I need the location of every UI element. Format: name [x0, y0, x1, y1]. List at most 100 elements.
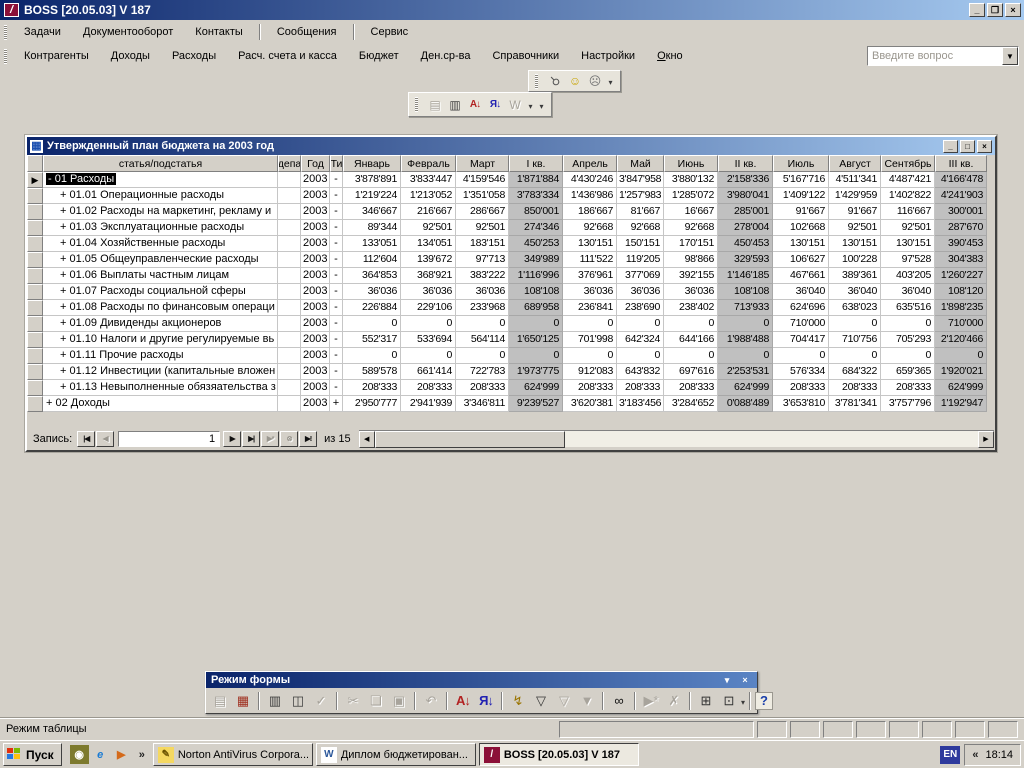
form-mode-toolbar-titlebar[interactable]: Режим формы ▾ ×	[206, 672, 757, 688]
row-selector[interactable]: ▶	[27, 172, 43, 188]
year-cell[interactable]: 2003	[301, 380, 330, 396]
quick-launch-media-player-icon[interactable]: ▶	[112, 745, 131, 764]
value-cell[interactable]: 643'832	[617, 364, 664, 380]
value-cell[interactable]: 112'604	[343, 252, 401, 268]
value-cell[interactable]: 684'322	[829, 364, 881, 380]
value-cell[interactable]: 0'088'489	[718, 396, 773, 412]
department-cell[interactable]	[278, 268, 301, 284]
minimize-button[interactable]: _	[969, 3, 985, 17]
value-cell[interactable]: 329'593	[718, 252, 773, 268]
value-cell[interactable]: 0	[401, 348, 456, 364]
value-cell[interactable]: 92'501	[456, 220, 509, 236]
database-window-button[interactable]: ⊞	[695, 690, 717, 711]
value-cell[interactable]: 2'120'466	[935, 332, 987, 348]
menu-item-zadachi[interactable]: Задачи	[13, 22, 72, 42]
value-cell[interactable]: 139'672	[401, 252, 456, 268]
value-cell[interactable]: 389'361	[829, 268, 881, 284]
value-cell[interactable]: 92'501	[829, 220, 881, 236]
value-cell[interactable]: 3'880'132	[664, 172, 718, 188]
ask-question-input[interactable]	[868, 47, 1002, 65]
mini-toolbar-options-dropdown[interactable]: ▾	[525, 96, 536, 114]
value-cell[interactable]: 0	[563, 316, 617, 332]
value-cell[interactable]: 2'941'939	[401, 396, 456, 412]
menu-item-soobshcheniya[interactable]: Сообщения	[266, 22, 348, 42]
value-cell[interactable]: 0	[773, 348, 829, 364]
value-cell[interactable]: 450'453	[718, 236, 773, 252]
value-cell[interactable]: 0	[829, 316, 881, 332]
value-cell[interactable]: 36'036	[617, 284, 664, 300]
value-cell[interactable]: 349'989	[509, 252, 563, 268]
value-cell[interactable]: 216'667	[401, 204, 456, 220]
column-header-13[interactable]: Август	[829, 155, 881, 172]
value-cell[interactable]: 274'346	[509, 220, 563, 236]
value-cell[interactable]: 644'166	[664, 332, 718, 348]
value-cell[interactable]: 287'670	[935, 220, 987, 236]
column-header-15[interactable]: III кв.	[935, 155, 987, 172]
toolbar-grip[interactable]	[535, 74, 538, 89]
menu-item-kontragenty[interactable]: Контрагенты	[13, 46, 100, 66]
sort-ascending-button[interactable]: А↓	[452, 690, 474, 711]
value-cell[interactable]: 576'334	[773, 364, 829, 380]
year-cell[interactable]: 2003	[301, 300, 330, 316]
value-cell[interactable]: 0	[343, 316, 401, 332]
value-cell[interactable]: 3'620'381	[563, 396, 617, 412]
value-cell[interactable]: 229'106	[401, 300, 456, 316]
scrollbar-thumb[interactable]	[375, 431, 565, 448]
menu-item-kontakty[interactable]: Контакты	[184, 22, 254, 42]
value-cell[interactable]: 233'968	[456, 300, 509, 316]
value-cell[interactable]: 89'344	[343, 220, 401, 236]
row-selector[interactable]	[27, 300, 43, 316]
value-cell[interactable]: 133'051	[343, 236, 401, 252]
tray-chevron-button[interactable]: «	[972, 749, 978, 761]
value-cell[interactable]: 533'694	[401, 332, 456, 348]
next-record-button[interactable]: ▶	[223, 431, 241, 447]
value-cell[interactable]: 1'285'072	[664, 188, 718, 204]
value-cell[interactable]: 0	[881, 316, 935, 332]
column-header-3[interactable]: Ти	[330, 155, 343, 172]
value-cell[interactable]: 1'260'227	[935, 268, 987, 284]
value-cell[interactable]: 0	[563, 348, 617, 364]
column-header-5[interactable]: Февраль	[401, 155, 456, 172]
value-cell[interactable]: 3'757'796	[881, 396, 935, 412]
value-cell[interactable]: 697'616	[664, 364, 718, 380]
value-cell[interactable]: 624'999	[718, 380, 773, 396]
row-selector[interactable]	[27, 364, 43, 380]
value-cell[interactable]: 286'667	[456, 204, 509, 220]
value-cell[interactable]: 3'781'341	[829, 396, 881, 412]
horizontal-scrollbar[interactable]: ◀ ▶	[359, 430, 994, 447]
value-cell[interactable]: 98'866	[664, 252, 718, 268]
task-button[interactable]: /BOSS [20.05.03] V 187	[479, 743, 639, 766]
close-button[interactable]: ×	[1005, 3, 1021, 17]
value-cell[interactable]: 0	[617, 316, 664, 332]
value-cell[interactable]: 92'668	[664, 220, 718, 236]
value-cell[interactable]: 97'528	[881, 252, 935, 268]
row-selector[interactable]	[27, 396, 43, 412]
value-cell[interactable]: 1'973'775	[509, 364, 563, 380]
value-cell[interactable]: 0	[664, 348, 718, 364]
first-record-button[interactable]: |◀	[77, 431, 95, 447]
value-cell[interactable]: 710'000	[773, 316, 829, 332]
year-cell[interactable]: 2003	[301, 252, 330, 268]
article-cell[interactable]: + 01.09 Дивиденды акционеров	[43, 316, 278, 332]
value-cell[interactable]: 368'921	[401, 268, 456, 284]
value-cell[interactable]: 346'667	[343, 204, 401, 220]
value-cell[interactable]: 689'958	[509, 300, 563, 316]
value-cell[interactable]: 150'151	[617, 236, 664, 252]
year-cell[interactable]: 2003	[301, 236, 330, 252]
article-cell[interactable]: + 01.01 Операционные расходы	[43, 188, 278, 204]
value-cell[interactable]: 208'333	[881, 380, 935, 396]
value-cell[interactable]: 1'213'052	[401, 188, 456, 204]
type-cell[interactable]: -	[330, 204, 343, 220]
year-cell[interactable]: 2003	[301, 172, 330, 188]
article-cell[interactable]: + 01.12 Инвестиции (капитальные вложен	[43, 364, 278, 380]
value-cell[interactable]: 850'001	[509, 204, 563, 220]
goto-record-button[interactable]: ▶!	[299, 431, 317, 447]
type-cell[interactable]: -	[330, 380, 343, 396]
type-cell[interactable]: -	[330, 284, 343, 300]
column-header-1[interactable]: депа	[278, 155, 301, 172]
department-cell[interactable]	[278, 300, 301, 316]
value-cell[interactable]: 704'417	[773, 332, 829, 348]
smiley-toolbar-options-dropdown[interactable]: ▾	[605, 72, 616, 90]
type-cell[interactable]: -	[330, 364, 343, 380]
value-cell[interactable]: 91'667	[829, 204, 881, 220]
